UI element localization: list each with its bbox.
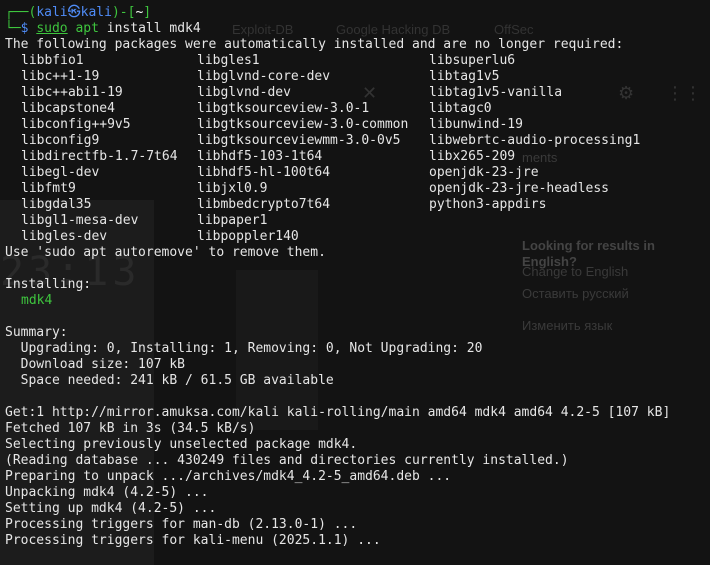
package-name: libfmt9 <box>21 181 76 196</box>
package-name: libpoppler140 <box>197 229 299 244</box>
prompt-bracket: )-[ <box>111 5 136 20</box>
package-name: libtag1v5 <box>429 69 500 84</box>
package-name: libhdf5-103-1t64 <box>197 149 323 164</box>
command-line[interactable]: └─$ sudo apt install mdk4 <box>5 21 710 37</box>
package-row: libegl-dev libhdf5-hl-100t64 openjdk-23-jr… <box>5 165 710 181</box>
package-name: libegl-dev <box>21 165 100 180</box>
log-line: Get:1 http://mirror.amuksa.com/kali kali… <box>5 405 671 420</box>
package-name: libjxl0.9 <box>197 181 268 196</box>
package-name: libhdf5-hl-100t64 <box>197 165 331 180</box>
kali-at-icon: ㉿ <box>67 5 81 20</box>
package-name: libgtksourceviewmm-3.0-0v5 <box>197 133 401 148</box>
package-name: libunwind-19 <box>429 117 523 132</box>
package-name: libc++1-19 <box>21 69 100 84</box>
log-line: Fetched 107 kB in 3s (34.5 kB/s) <box>5 421 256 436</box>
package-name: libgtksourceview-3.0-common <box>197 117 409 132</box>
log-line: Processing triggers for man-db (2.13.0-1… <box>5 517 358 532</box>
package-row: libgdal35 libmbedcrypto7t64 python3-appdir… <box>5 197 710 213</box>
prompt-host: kali <box>80 5 112 20</box>
log-line: Setting up mdk4 (4.2-5) ... <box>5 501 217 516</box>
package-name: libgl1-mesa-dev <box>21 213 139 228</box>
prompt-bracket-end: ] <box>143 5 152 20</box>
package-name: libbfio1 <box>21 53 84 68</box>
package-row: libc++1-19 libglvnd-core-dev libtag1v5 <box>5 69 710 85</box>
package-name: libgtksourceview-3.0-1 <box>197 101 370 116</box>
log-line: Processing triggers for kali-menu (2025.… <box>5 533 381 548</box>
package-row: libc++abi1-19 libglvnd-dev libtag1v5-vanil… <box>5 85 710 101</box>
package-name: python3-appdirs <box>429 197 547 212</box>
package-name: libwebrtc-audio-processing1 <box>429 133 641 148</box>
package-name: libglvnd-core-dev <box>197 69 331 84</box>
package-name: openjdk-23-jre-headless <box>429 181 610 196</box>
command-apt: apt <box>75 21 99 36</box>
package-name: libgles1 <box>197 53 260 68</box>
installing-header: Installing: <box>5 277 92 292</box>
package-row: libgles-dev libpoppler140 <box>5 229 710 245</box>
package-name: libglvnd-dev <box>197 85 291 100</box>
package-name: libc++abi1-19 <box>21 85 123 100</box>
package-name: libcapstone4 <box>21 101 115 116</box>
autoremove-header: The following packages were automaticall… <box>5 37 624 52</box>
package-name: libgdal35 <box>21 197 92 212</box>
prompt-corner-top: ┌──( <box>5 5 37 20</box>
package-row: libdirectfb-1.7-7t64 libhdf5-103-1t64 libx… <box>5 149 710 165</box>
log-line: (Reading database ... 430249 files and d… <box>5 453 569 468</box>
summary-header: Summary: <box>5 325 68 340</box>
package-row: libfmt9 libjxl0.9 openjdk-23-jre-headless <box>5 181 710 197</box>
package-row: libconfig++9v5 libgtksourceview-3.0-commo… <box>5 117 710 133</box>
package-name: libx265-209 <box>429 149 516 164</box>
package-name: openjdk-23-jre <box>429 165 539 180</box>
package-row: libcapstone4 libgtksourceview-3.0-1 libtag… <box>5 101 710 117</box>
summary-line: Space needed: 241 kB / 61.5 GB available <box>5 373 334 388</box>
package-name: libtagc0 <box>429 101 492 116</box>
package-name: libtag1v5-vanilla <box>429 85 563 100</box>
prompt-corner-bottom: └─ <box>5 21 21 36</box>
summary-line: Download size: 107 kB <box>5 357 186 372</box>
terminal-output[interactable]: ┌──(kali㉿kali)-[~] └─$ sudo apt install … <box>5 5 710 549</box>
package-name: libsuperlu6 <box>429 53 516 68</box>
package-list: libbfio1 libgles1 libsuperlu6 libc++1-19 lib… <box>5 53 710 245</box>
package-name: libgles-dev <box>21 229 108 244</box>
package-name: libconfig++9v5 <box>21 117 131 132</box>
package-row: libbfio1 libgles1 libsuperlu6 <box>5 53 710 69</box>
autoremove-hint: Use 'sudo apt autoremove' to remove them… <box>5 245 326 260</box>
package-name: libconfig9 <box>21 133 100 148</box>
installing-package: mdk4 <box>21 293 53 308</box>
command-args: install mdk4 <box>98 21 201 36</box>
terminal-window[interactable]: 23:13 Exploit-DB Google Hacking DB OffSe… <box>0 0 710 565</box>
log-line: Selecting previously unselected package … <box>5 437 358 452</box>
package-row: libconfig9 libgtksourceviewmm-3.0-0v5 libw… <box>5 133 710 149</box>
prompt-dollar: $ <box>20 21 29 36</box>
package-name: libmbedcrypto7t64 <box>197 197 331 212</box>
summary-line: Upgrading: 0, Installing: 1, Removing: 0… <box>5 341 483 356</box>
log-line: Unpacking mdk4 (4.2-5) ... <box>5 485 209 500</box>
log-line: Preparing to unpack .../archives/mdk4_4.… <box>5 469 452 484</box>
prompt-line: ┌──(kali㉿kali)-[~] <box>5 5 710 21</box>
command-sudo: sudo <box>36 21 68 36</box>
package-row: libgl1-mesa-dev libpaper1 <box>5 213 710 229</box>
package-name: libpaper1 <box>197 213 268 228</box>
package-name: libdirectfb-1.7-7t64 <box>21 149 178 164</box>
prompt-user: kali <box>36 5 68 20</box>
